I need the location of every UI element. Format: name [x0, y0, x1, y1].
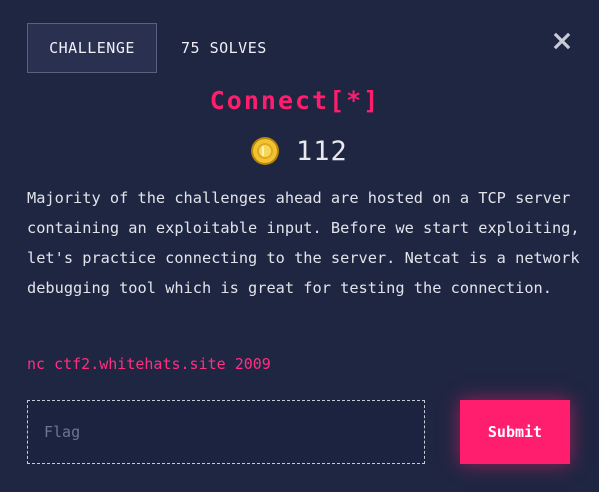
submit-button[interactable]: Submit: [460, 400, 570, 464]
challenge-modal: CHALLENGE 75 SOLVES Connect[*] 112 Major…: [0, 0, 599, 492]
tab-challenge[interactable]: CHALLENGE: [27, 23, 157, 73]
points-value: 112: [296, 135, 348, 167]
connection-command: nc ctf2.whitehats.site 2009: [27, 355, 271, 373]
close-icon: [553, 32, 571, 50]
close-button[interactable]: [552, 31, 572, 51]
challenge-description: Majority of the challenges ahead are hos…: [27, 189, 580, 297]
tab-solves[interactable]: 75 SOLVES: [181, 23, 267, 73]
points-row: 112: [250, 134, 348, 168]
coin-icon: [251, 137, 279, 165]
challenge-title: Connect[*]: [209, 86, 381, 115]
flag-input[interactable]: [27, 400, 425, 464]
